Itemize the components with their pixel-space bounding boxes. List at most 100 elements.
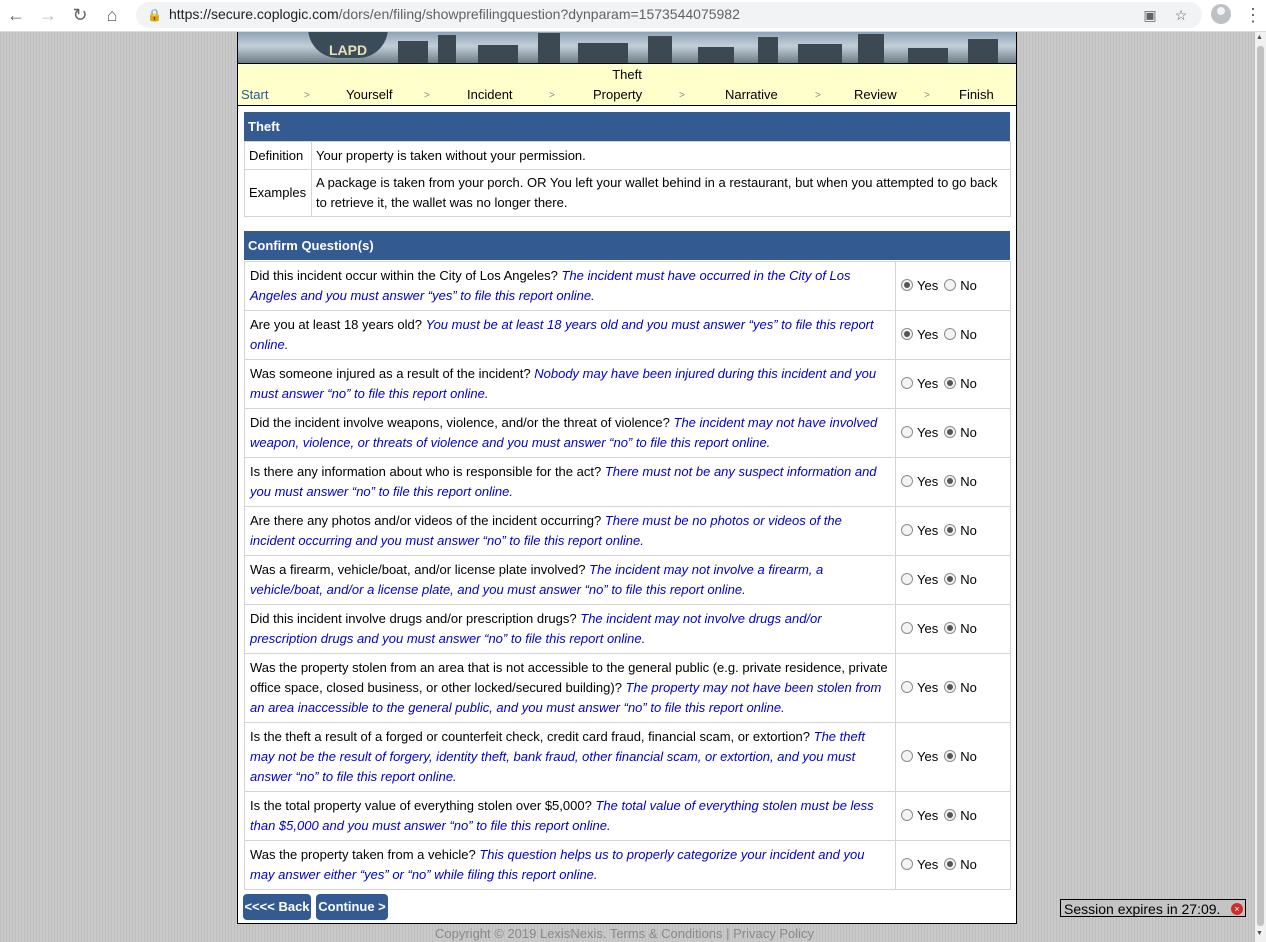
question-text: Is there any information about who is re… xyxy=(250,464,602,479)
menu-kebab-icon[interactable]: ⋮ xyxy=(1244,4,1262,26)
no-radio-label[interactable]: No xyxy=(960,523,977,538)
yes-radio-button[interactable] xyxy=(901,524,913,536)
yes-radio-button[interactable] xyxy=(901,475,913,487)
no-radio-label[interactable]: No xyxy=(960,278,977,293)
no-radio-button[interactable] xyxy=(944,681,957,693)
yes-radio-label[interactable]: Yes xyxy=(917,621,938,636)
answer-radio-group: Yes No xyxy=(895,722,1011,792)
no-radio-button[interactable] xyxy=(944,809,957,821)
step-property: Property xyxy=(593,87,643,102)
yes-radio-button[interactable] xyxy=(901,681,913,693)
no-radio-button[interactable] xyxy=(944,524,957,536)
question-text: Are there any photos and/or videos of th… xyxy=(250,513,602,528)
scroll-up-icon[interactable]: ▲ xyxy=(1256,34,1263,41)
close-icon[interactable]: × xyxy=(1231,903,1243,915)
profile-avatar-icon[interactable] xyxy=(1211,4,1231,24)
definition-table: Definition Your property is taken withou… xyxy=(244,141,1011,217)
step-chevron-icon: > xyxy=(424,90,430,101)
question-text: Is the theft a result of a forged or cou… xyxy=(250,729,811,744)
forward-arrow-icon[interactable]: → xyxy=(36,4,60,26)
answer-radio-group: Yes No xyxy=(895,653,1011,723)
back-button[interactable]: <<<< Back xyxy=(243,894,311,920)
question-row: Was someone injured as a result of the i… xyxy=(244,359,1011,409)
step-incident: Incident xyxy=(467,87,513,102)
step-chevron-icon: > xyxy=(304,90,310,101)
bookmark-star-icon[interactable]: ☆ xyxy=(1171,5,1191,25)
answer-radio-group: Yes No xyxy=(895,791,1011,841)
address-bar[interactable]: 🔒 https://secure.coplogic.com/dors/en/fi… xyxy=(136,2,1202,28)
answer-radio-group: Yes No xyxy=(895,555,1011,605)
yes-radio-button[interactable] xyxy=(901,426,913,438)
no-radio-button[interactable] xyxy=(944,475,957,487)
no-radio-button[interactable] xyxy=(944,279,957,291)
yes-radio-label[interactable]: Yes xyxy=(917,857,938,872)
no-radio-label[interactable]: No xyxy=(960,327,977,342)
page-title: Theft xyxy=(238,63,1016,86)
browser-toolbar: ← → ↻ ⌂ 🔒 https://secure.coplogic.com/do… xyxy=(0,0,1266,32)
footer-copyright: Copyright © 2019 LexisNexis. Terms & Con… xyxy=(435,926,815,941)
yes-radio-button[interactable] xyxy=(901,573,913,585)
yes-radio-button[interactable] xyxy=(901,279,913,291)
scrollbar-thumb[interactable] xyxy=(1257,46,1264,926)
yes-radio-button[interactable] xyxy=(901,622,913,634)
no-radio-button[interactable] xyxy=(944,858,957,870)
no-radio-label[interactable]: No xyxy=(960,808,977,823)
yes-radio-button[interactable] xyxy=(901,750,913,762)
yes-radio-label[interactable]: Yes xyxy=(917,327,938,342)
no-radio-button[interactable] xyxy=(944,426,957,438)
no-radio-button[interactable] xyxy=(944,328,957,340)
back-arrow-icon[interactable]: ← xyxy=(4,4,28,26)
scroll-down-icon[interactable]: ▼ xyxy=(1256,930,1263,937)
question-row: Are there any photos and/or videos of th… xyxy=(244,506,1011,556)
yes-radio-button[interactable] xyxy=(901,858,913,870)
yes-radio-label[interactable]: Yes xyxy=(917,376,938,391)
no-radio-label[interactable]: No xyxy=(960,621,977,636)
report-page: LAPD Theft Start > Yourself > Incident >… xyxy=(237,32,1017,924)
no-radio-label[interactable]: No xyxy=(960,474,977,489)
answer-radio-group: Yes No xyxy=(895,261,1011,311)
url-text[interactable]: https://secure.coplogic.com/dors/en/fili… xyxy=(169,6,740,22)
yes-radio-label[interactable]: Yes xyxy=(917,523,938,538)
yes-radio-label[interactable]: Yes xyxy=(917,749,938,764)
reload-icon[interactable]: ↻ xyxy=(68,4,92,26)
answer-radio-group: Yes No xyxy=(895,604,1011,654)
lapd-logo: LAPD xyxy=(308,32,388,58)
yes-radio-button[interactable] xyxy=(901,377,913,389)
step-chevron-icon: > xyxy=(679,90,685,101)
yes-radio-label[interactable]: Yes xyxy=(917,278,938,293)
question-row: Is there any information about who is re… xyxy=(244,457,1011,507)
no-radio-label[interactable]: No xyxy=(960,572,977,587)
question-cell: Are you at least 18 years old? You must … xyxy=(244,310,896,360)
continue-button[interactable]: Continue > xyxy=(316,894,388,920)
page-scrollbar[interactable]: ▲ ▼ xyxy=(1255,32,1266,942)
no-radio-label[interactable]: No xyxy=(960,857,977,872)
yes-radio-label[interactable]: Yes xyxy=(917,572,938,587)
no-radio-label[interactable]: No xyxy=(960,376,977,391)
confirm-questions-header: Confirm Question(s) xyxy=(244,231,1010,260)
confirm-questions-table: Did this incident occur within the City … xyxy=(244,261,1011,890)
yes-radio-label[interactable]: Yes xyxy=(917,808,938,823)
session-timer: Session expires in 27:09. × xyxy=(1060,899,1246,917)
no-radio-button[interactable] xyxy=(944,573,957,585)
yes-radio-button[interactable] xyxy=(901,809,913,821)
question-text: Are you at least 18 years old? xyxy=(250,317,422,332)
question-cell: Was a firearm, vehicle/boat, and/or lice… xyxy=(244,555,896,605)
examples-label: Examples xyxy=(244,169,312,217)
no-radio-button[interactable] xyxy=(944,377,957,389)
no-radio-button[interactable] xyxy=(944,750,957,762)
step-narrative: Narrative xyxy=(725,87,778,102)
yes-radio-label[interactable]: Yes xyxy=(917,474,938,489)
question-row: Was the property stolen from an area tha… xyxy=(244,653,1011,723)
yes-radio-button[interactable] xyxy=(901,328,913,340)
no-radio-label[interactable]: No xyxy=(960,749,977,764)
question-cell: Is there any information about who is re… xyxy=(244,457,896,507)
no-radio-button[interactable] xyxy=(944,622,957,634)
step-start[interactable]: Start xyxy=(241,87,268,102)
yes-radio-label[interactable]: Yes xyxy=(917,425,938,440)
no-radio-label[interactable]: No xyxy=(960,425,977,440)
home-icon[interactable]: ⌂ xyxy=(100,4,124,26)
answer-radio-group: Yes No xyxy=(895,310,1011,360)
no-radio-label[interactable]: No xyxy=(960,680,977,695)
translate-icon[interactable]: ▣ xyxy=(1140,5,1160,25)
yes-radio-label[interactable]: Yes xyxy=(917,680,938,695)
